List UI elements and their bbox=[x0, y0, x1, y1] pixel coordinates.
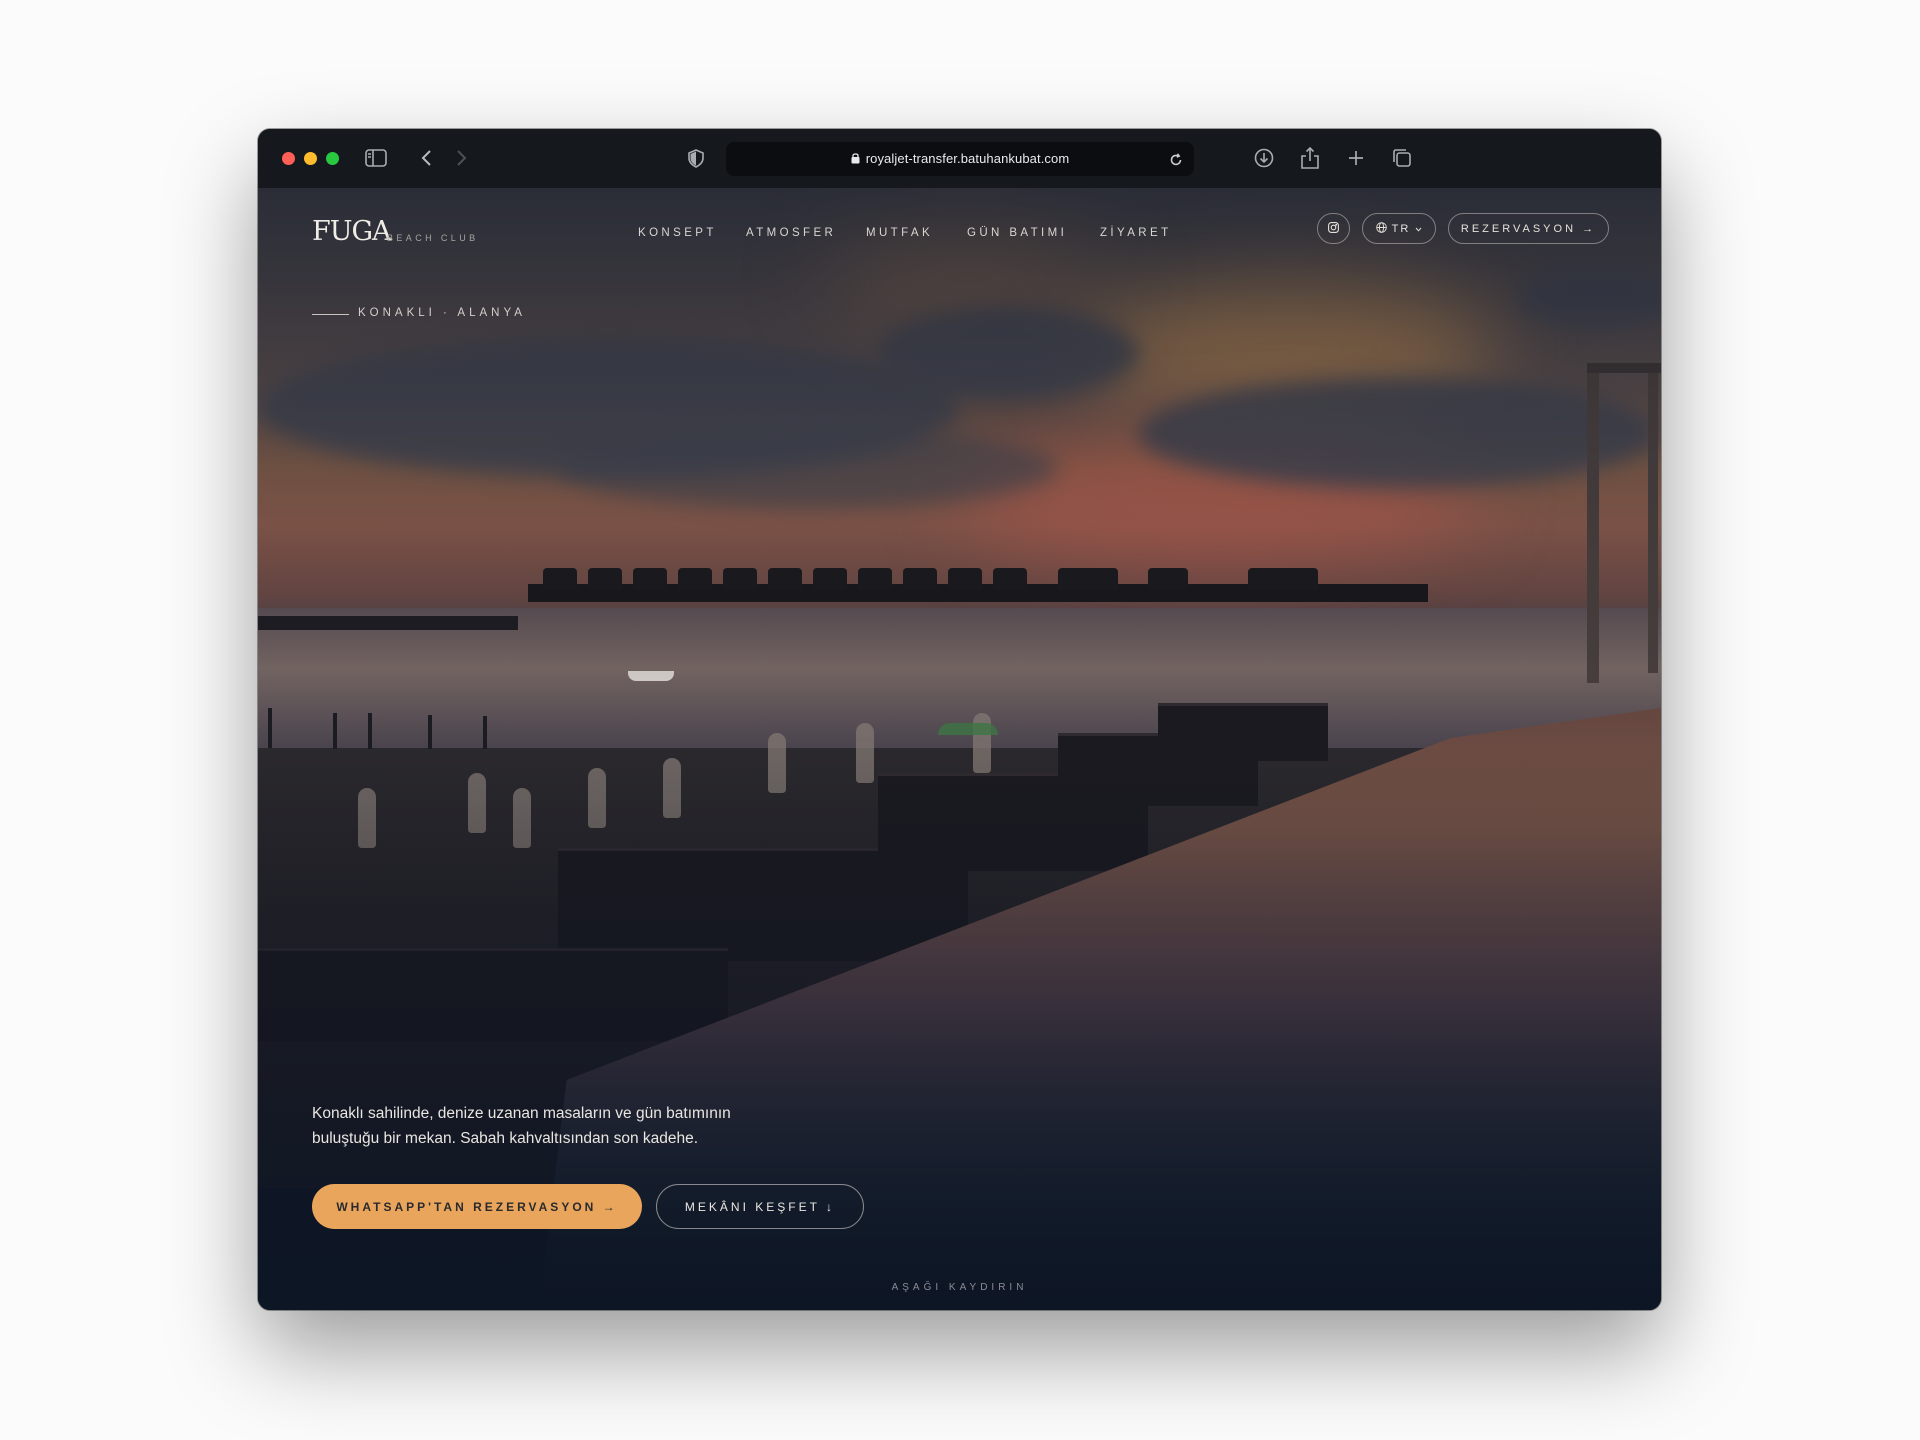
nav-ziyaret[interactable]: ZİYARET bbox=[1100, 227, 1172, 239]
nav-konsept[interactable]: KONSEPT bbox=[638, 227, 717, 239]
forward-icon[interactable] bbox=[450, 146, 474, 170]
minimize-window-button[interactable] bbox=[304, 152, 317, 165]
explore-venue-button[interactable]: MEKÂNI KEŞFET ↓ bbox=[656, 1184, 864, 1229]
reload-icon[interactable] bbox=[1164, 148, 1188, 172]
hero-section: FUGA BEACH CLUB KONSEPT ATMOSFER MUTFAK … bbox=[258, 188, 1661, 1310]
hero-lead-line-2: buluştuğu bir mekan. Sabah kahvaltısında… bbox=[312, 1130, 699, 1147]
language-label: TR bbox=[1391, 222, 1411, 235]
zoom-window-button[interactable] bbox=[326, 152, 339, 165]
eyebrow-line bbox=[312, 314, 349, 315]
browser-window: royaljet-transfer.batuhankubat.com FUGA … bbox=[258, 129, 1661, 1310]
scroll-hint[interactable]: AŞAĞI KAYDIRIN bbox=[258, 1282, 1661, 1293]
globe-icon bbox=[1375, 221, 1387, 236]
reservation-button[interactable]: REZERVASYON → bbox=[1448, 213, 1609, 244]
whatsapp-reservation-button[interactable]: WHATSAPP'TAN REZERVASYON → bbox=[312, 1184, 642, 1229]
site-logo[interactable]: FUGA bbox=[312, 216, 392, 247]
location-eyebrow: KONAKLI · ALANYA bbox=[358, 307, 526, 319]
lock-icon bbox=[851, 152, 860, 167]
site-logo-subtitle: BEACH CLUB bbox=[387, 233, 479, 243]
hero-lead: Konaklı sahilinde, denize uzanan masalar… bbox=[312, 1101, 832, 1151]
language-selector[interactable]: TR bbox=[1362, 213, 1436, 244]
hero-lead-line-1: Konaklı sahilinde, denize uzanan masalar… bbox=[312, 1105, 731, 1122]
shield-icon[interactable] bbox=[684, 146, 708, 170]
share-icon[interactable] bbox=[1298, 146, 1322, 170]
nav-atmosfer[interactable]: ATMOSFER bbox=[746, 227, 836, 239]
nav-mutfak[interactable]: MUTFAK bbox=[866, 227, 933, 239]
instagram-button[interactable] bbox=[1317, 213, 1350, 244]
new-tab-icon[interactable] bbox=[1344, 146, 1368, 170]
url-label: royaljet-transfer.batuhankubat.com bbox=[865, 151, 1070, 166]
back-icon[interactable] bbox=[414, 146, 438, 170]
sidebar-icon[interactable] bbox=[364, 146, 388, 170]
instagram-icon bbox=[1328, 221, 1339, 236]
close-window-button[interactable] bbox=[282, 152, 295, 165]
address-text: royaljet-transfer.batuhankubat.com bbox=[726, 151, 1194, 167]
nav-gun-batimi[interactable]: GÜN BATIMI bbox=[967, 227, 1067, 239]
tabs-overview-icon[interactable] bbox=[1390, 146, 1414, 170]
chevron-down-icon bbox=[1415, 223, 1422, 235]
browser-toolbar: royaljet-transfer.batuhankubat.com bbox=[258, 129, 1661, 189]
download-icon[interactable] bbox=[1252, 146, 1276, 170]
address-bar[interactable]: royaljet-transfer.batuhankubat.com bbox=[726, 142, 1194, 176]
